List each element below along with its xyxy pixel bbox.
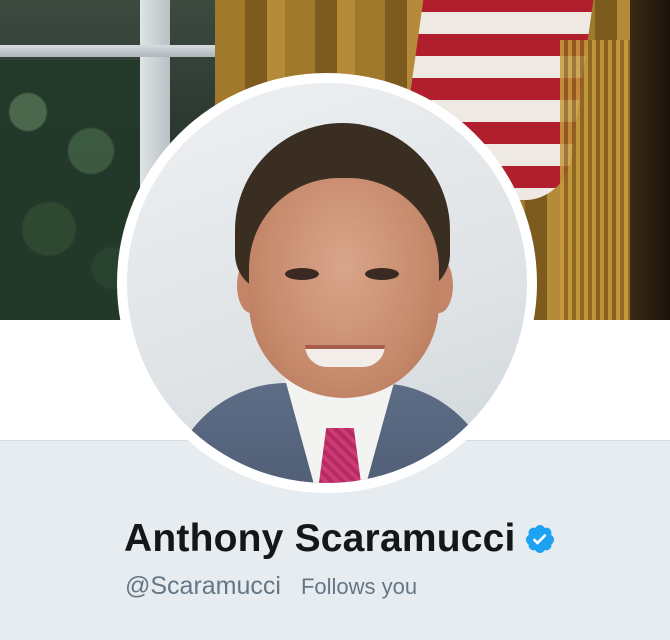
profile-avatar[interactable] [117, 73, 537, 493]
banner-window-frame-horizontal [0, 45, 215, 57]
avatar-photo [127, 83, 527, 483]
verified-badge-icon [524, 523, 556, 555]
profile-header: Anthony Scaramucci @Scaramucci Follows y… [0, 0, 670, 640]
profile-meta-row: @Scaramucci Follows you [125, 572, 417, 601]
avatar-eye-right [365, 268, 399, 280]
banner-flag-fringe [560, 40, 630, 320]
follows-you-label: Follows you [300, 574, 418, 599]
avatar-mouth [305, 345, 385, 367]
avatar-eye-left [285, 268, 319, 280]
profile-name-row: Anthony Scaramucci [124, 515, 556, 563]
banner-edge [630, 0, 670, 320]
profile-name[interactable]: Anthony Scaramucci [124, 515, 516, 563]
profile-handle[interactable]: @Scaramucci [125, 572, 281, 601]
